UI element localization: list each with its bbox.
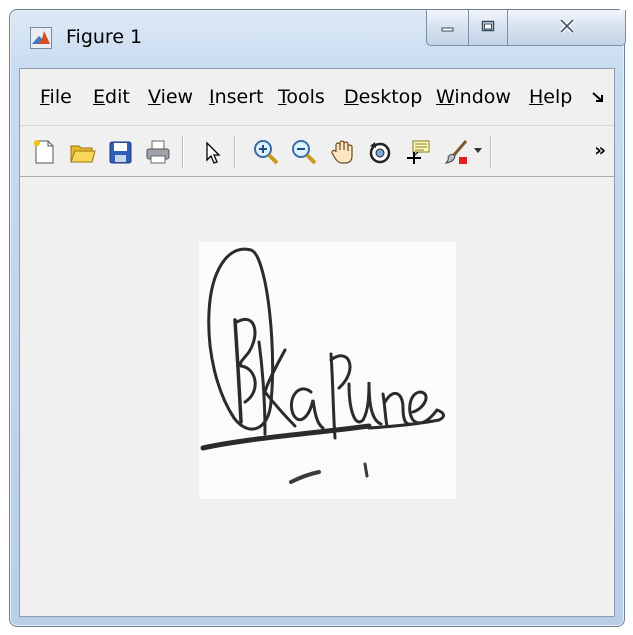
menu-desktop[interactable]: Desktop: [344, 86, 427, 108]
figure-window: Figure 1 File Edit View Insert Tools Des…: [9, 9, 626, 627]
menu-edit[interactable]: Edit: [93, 86, 139, 108]
menu-tools[interactable]: Tools: [278, 86, 335, 108]
menu-overflow-arrow-icon[interactable]: [590, 89, 606, 105]
print-figure-icon[interactable]: [144, 138, 172, 166]
edit-plot-arrow-icon[interactable]: [198, 138, 226, 166]
zoom-out-icon[interactable]: [290, 138, 318, 166]
figure-client-area: File Edit View Insert Tools Desktop Wind…: [19, 68, 615, 617]
toolbar-overflow-button[interactable]: »: [594, 140, 606, 161]
toolbar-separator: [490, 136, 492, 168]
title-bar[interactable]: Figure 1: [10, 10, 626, 64]
save-figure-icon[interactable]: [106, 138, 134, 166]
minimize-icon: [440, 18, 456, 37]
menu-help[interactable]: Help: [529, 86, 581, 108]
toolbar-separator: [234, 136, 236, 168]
open-file-icon[interactable]: [68, 138, 96, 166]
brush-data-icon[interactable]: [442, 138, 470, 166]
toolbar-separator: [182, 136, 184, 168]
window-title: Figure 1: [66, 26, 143, 48]
brush-dropdown-icon[interactable]: [474, 148, 482, 153]
data-cursor-icon[interactable]: [404, 138, 432, 166]
menu-bar: File Edit View Insert Tools Desktop Wind…: [20, 69, 614, 125]
matlab-figure-icon: [30, 27, 52, 49]
maximize-icon: [480, 18, 496, 37]
menu-insert[interactable]: Insert: [209, 86, 269, 108]
menu-file[interactable]: File: [40, 86, 84, 108]
zoom-in-icon[interactable]: [252, 138, 280, 166]
menu-view[interactable]: View: [148, 86, 200, 108]
close-button[interactable]: [507, 10, 626, 46]
figure-toolbar: »: [20, 125, 614, 177]
signature-image: [199, 242, 456, 499]
close-icon: [557, 18, 577, 38]
rotate-3d-icon[interactable]: [366, 138, 394, 166]
new-figure-icon[interactable]: [30, 138, 58, 166]
handwritten-signature-graphic: [200, 247, 445, 484]
minimize-button[interactable]: [426, 10, 469, 46]
figure-canvas[interactable]: [20, 177, 614, 616]
pan-hand-icon[interactable]: [328, 138, 356, 166]
menu-window[interactable]: Window: [436, 86, 520, 108]
maximize-button[interactable]: [468, 10, 508, 46]
